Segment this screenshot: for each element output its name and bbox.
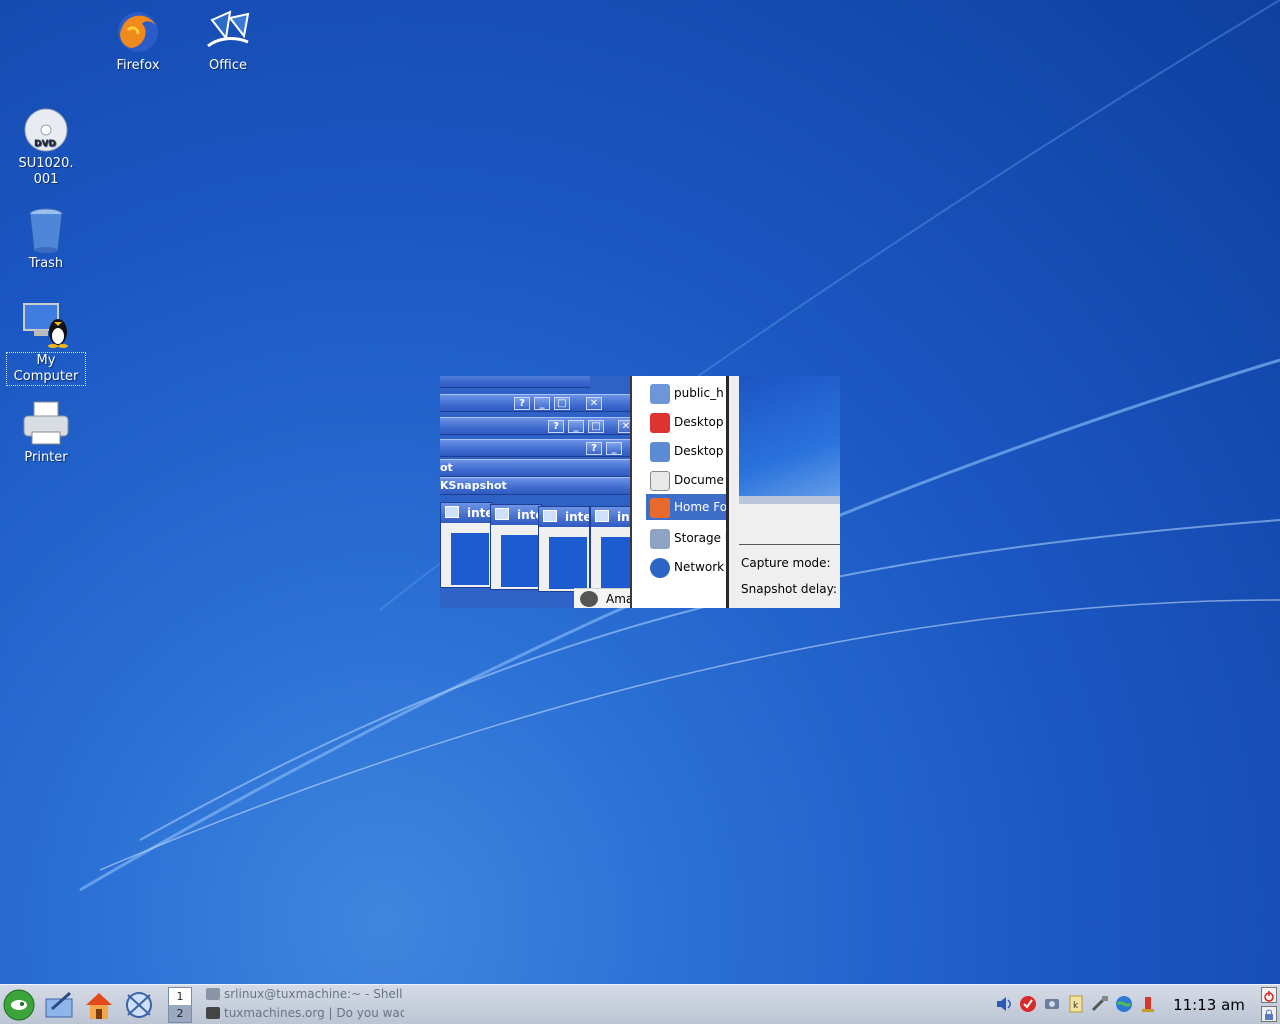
- maximize-button[interactable]: □: [554, 397, 570, 410]
- window-icon: [543, 510, 557, 522]
- clock[interactable]: 11:13 am: [1164, 985, 1254, 1024]
- network-cable-icon[interactable]: [1090, 994, 1110, 1014]
- amarok-icon: [580, 591, 598, 607]
- desktop-icon-printer[interactable]: Printer: [6, 400, 86, 466]
- konqueror-icon: [126, 992, 152, 1018]
- window-titlebar: ? _: [440, 439, 630, 457]
- task-button-shell[interactable]: srlinux@tuxmachine:~ - Shell -: [204, 985, 404, 1004]
- desktop-icon-office[interactable]: Office: [188, 8, 268, 74]
- snapshot-thumbnail: [739, 376, 840, 504]
- help-button[interactable]: ?: [586, 442, 602, 455]
- ksnapshot-preview: Capture mode: Snapshot delay:: [726, 376, 840, 608]
- storage-icon: [650, 528, 670, 549]
- documents-icon: [650, 470, 670, 491]
- capture-mode-label: Capture mode:: [741, 556, 831, 570]
- places-item-home[interactable]: Home Fo: [646, 494, 728, 520]
- window-icon: [445, 506, 459, 518]
- window-title-text: ot: [440, 461, 453, 474]
- svg-text:k: k: [1073, 1001, 1079, 1011]
- power-button[interactable]: [1261, 987, 1277, 1003]
- places-panel: public_h Desktop Desktop Docume Home Fo …: [630, 376, 728, 608]
- places-item-desktop[interactable]: Desktop: [646, 438, 728, 464]
- close-button[interactable]: ✕: [586, 397, 602, 410]
- my-computer-icon: [22, 302, 70, 350]
- desktop-icon-label: My Computer: [6, 352, 86, 386]
- window-icon: [595, 510, 609, 522]
- desktop-switch-button[interactable]: [42, 989, 76, 1021]
- network-icon: [650, 557, 670, 578]
- device-icon[interactable]: [1042, 994, 1062, 1014]
- help-button[interactable]: ?: [548, 420, 564, 433]
- places-item-network[interactable]: Network: [646, 554, 728, 580]
- taskbar: 1 2 srlinux@tuxmachine:~ - Shell - tuxma…: [0, 984, 1280, 1024]
- pager-desktop-2[interactable]: 2: [169, 1005, 191, 1022]
- places-item-public-html[interactable]: public_h: [646, 380, 728, 406]
- dvd-icon: DVD: [22, 106, 70, 154]
- firefox-icon: [114, 8, 162, 56]
- desktop-icon-label: Firefox: [116, 58, 160, 73]
- desktop-icon-label: Trash: [28, 256, 64, 271]
- svg-text:DVD: DVD: [34, 139, 56, 149]
- desktop-icon-label: Printer: [24, 450, 68, 465]
- window-titlebar: KSnapshot: [440, 477, 630, 495]
- window-titlebar: ot: [440, 459, 630, 477]
- minimize-button[interactable]: _: [568, 420, 584, 433]
- updater-icon[interactable]: [1018, 994, 1038, 1014]
- browser-launcher-button[interactable]: [122, 989, 156, 1021]
- places-item-storage[interactable]: Storage M: [646, 525, 728, 551]
- places-item-documents[interactable]: Docume: [646, 467, 728, 493]
- maximize-button[interactable]: □: [588, 420, 604, 433]
- desktop-icon-dvd[interactable]: DVD SU1020. 001: [6, 106, 86, 188]
- stacked-windows-preview: ? ? _ □ ✕ ? _ □ ✕ ? _ ot KSnapshot inte: [440, 376, 642, 608]
- snapshot-delay-label: Snapshot delay:: [741, 582, 837, 596]
- start-menu-button[interactable]: [2, 989, 36, 1021]
- tux-icon: [206, 1007, 220, 1019]
- window-thumbnail[interactable]: inte: [490, 504, 542, 590]
- window-icon: [495, 508, 509, 520]
- help-button[interactable]: ?: [514, 397, 530, 410]
- pager-desktop-1[interactable]: 1: [169, 988, 191, 1005]
- trash-icon: [22, 206, 70, 254]
- show-desktop-icon: [45, 991, 73, 1018]
- suse-logo-icon: [3, 989, 35, 1021]
- desktop-icon-trash[interactable]: Trash: [6, 206, 86, 272]
- window-thumbnail[interactable]: inte: [440, 502, 492, 588]
- desktop-icon-my-computer[interactable]: My Computer: [6, 302, 86, 386]
- desktop-icon-label: SU1020. 001: [18, 156, 74, 187]
- virtual-desktop-pager[interactable]: 1 2: [168, 987, 192, 1023]
- home-launcher-button[interactable]: [82, 989, 116, 1021]
- minimize-button[interactable]: _: [606, 442, 622, 455]
- folder-web-icon: [650, 383, 670, 404]
- task-button-browser[interactable]: tuxmachines.org | Do you wadd: [204, 1004, 404, 1023]
- home-icon: [650, 497, 670, 518]
- window-titlebar: ? _ □ ✕: [440, 417, 634, 435]
- home-icon: [86, 993, 112, 1019]
- menu-item-amarok[interactable]: Ama: [574, 588, 633, 608]
- window-titlebar: ? _ □ ✕: [440, 394, 630, 412]
- window-title-text: KSnapshot: [440, 479, 507, 492]
- office-icon: [204, 8, 252, 56]
- places-item-desktop-suse[interactable]: Desktop: [646, 409, 728, 435]
- desktop-icon-firefox[interactable]: Firefox: [98, 8, 178, 74]
- desktop-suse-icon: [650, 412, 670, 433]
- printer-icon: [22, 400, 70, 448]
- lock-screen-button[interactable]: [1261, 1006, 1277, 1022]
- window-preview-overlay: ? ? _ □ ✕ ? _ □ ✕ ? _ ot KSnapshot inte: [440, 376, 840, 608]
- globe-icon[interactable]: [1114, 994, 1134, 1014]
- desktop-icon: [650, 441, 670, 462]
- minimize-button[interactable]: _: [534, 397, 550, 410]
- volume-icon[interactable]: [994, 994, 1014, 1014]
- window-thumbnail[interactable]: inte: [538, 506, 590, 592]
- klipper-icon[interactable]: k: [1066, 994, 1086, 1014]
- desktop-icon-label: Office: [209, 58, 247, 73]
- terminal-icon: [206, 988, 220, 1000]
- alert-icon[interactable]: [1138, 994, 1158, 1014]
